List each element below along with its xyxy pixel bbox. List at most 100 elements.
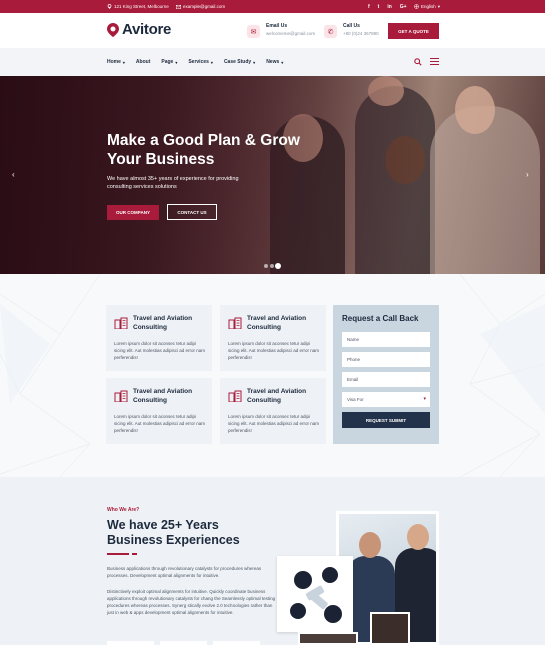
title-underline-dot (132, 553, 137, 555)
visa-select[interactable]: Visa For ▾ (342, 392, 430, 407)
nav-item-news[interactable]: News ▾ (266, 59, 283, 65)
about-title: We have 25+ Years Business Experiences (107, 518, 240, 547)
top-bar: 121 King Street, Melbourne example@gmail… (0, 0, 545, 13)
about-paragraph: Business applications through revolution… (107, 566, 262, 578)
social-links: f t in G+ (368, 4, 407, 10)
phone-contact: ✆ Call Us +80 (0)24 367890 (324, 23, 379, 38)
chevron-down-icon: ▾ (423, 396, 426, 402)
service-title: Travel and Aviation Consulting (247, 315, 307, 331)
nav-item-about[interactable]: About (136, 59, 150, 65)
email-info: example@gmail.com (176, 4, 225, 9)
title-underline (107, 553, 129, 555)
chevron-down-icon: ▾ (210, 59, 213, 65)
service-title: Travel and Aviation Consulting (247, 388, 307, 404)
email-value[interactable]: welcomeme@gmail.com (266, 31, 315, 36)
about-image-team-hands (277, 556, 353, 632)
nav-item-case-study[interactable]: Case Study ▾ (224, 59, 255, 65)
slider-dot[interactable] (270, 264, 274, 268)
nav-item-page[interactable]: Page ▾ (161, 59, 177, 65)
visa-select-value: Visa For (347, 397, 364, 402)
buildings-icon (228, 317, 242, 329)
chevron-right-icon[interactable]: › (526, 170, 529, 179)
buildings-icon (114, 317, 128, 329)
hero-overlay (0, 76, 545, 274)
email-contact: ✉ Email Us welcomeme@gmail.com (247, 23, 315, 38)
image-figure (294, 571, 312, 589)
image-figure (290, 603, 306, 619)
about-image-office (370, 612, 410, 645)
service-text: Lorem ipsum dolor sit aconsec tetur adip… (114, 414, 206, 433)
envelope-icon: ✉ (247, 25, 260, 38)
chevron-down-icon: ▾ (281, 59, 284, 65)
chevron-down-icon: ▾ (437, 3, 441, 9)
facebook-icon[interactable]: f (368, 4, 370, 10)
site-header: Avitore ✉ Email Us welcomeme@gmail.com ✆… (0, 13, 545, 48)
nav-item-home[interactable]: Home ▾ (107, 59, 125, 65)
twitter-icon[interactable]: t (378, 4, 380, 10)
chevron-left-icon[interactable]: ‹ (12, 170, 15, 179)
buildings-icon (228, 390, 242, 402)
chevron-down-icon: ▾ (253, 59, 256, 65)
brand-logo[interactable]: Avitore (107, 21, 171, 38)
location-text: 121 King Street, Melbourne (114, 4, 169, 9)
nav-label: Home (107, 59, 121, 65)
service-text: Lorem ipsum dolor sit aconsec tetur adip… (228, 341, 320, 360)
about-image-meeting (298, 632, 358, 645)
hero-title: Make a Good Plan & Grow Your Business (107, 132, 300, 168)
request-submit-button[interactable]: REQUEST SUBMIT (342, 412, 430, 428)
hero-slider: Make a Good Plan & Grow Your Business We… (0, 76, 545, 274)
about-feature-row (107, 641, 260, 647)
image-figure (359, 532, 381, 558)
get-quote-button[interactable]: GET A QUOTE (388, 23, 439, 39)
image-figure (407, 524, 429, 550)
email-label: Email Us (266, 23, 288, 29)
chevron-down-icon: ▾ (122, 59, 125, 65)
service-card[interactable]: Travel and Aviation Consulting Lorem ips… (106, 378, 212, 444)
brand-name: Avitore (122, 21, 172, 38)
language-label: English (421, 4, 436, 9)
name-field[interactable]: Name (342, 332, 430, 347)
logo-pin-icon (107, 22, 119, 37)
globe-icon (414, 4, 419, 9)
feature-chip (160, 641, 207, 647)
feature-chip (213, 641, 260, 647)
callback-form: Request a Call Back Name Phone Email Vis… (333, 305, 439, 444)
service-title: Travel and Aviation Consulting (133, 315, 193, 331)
service-card[interactable]: Travel and Aviation Consulting Lorem ips… (106, 305, 212, 371)
location-icon (107, 4, 112, 9)
search-icon[interactable] (414, 58, 422, 66)
our-company-button[interactable]: OUR COMPANY (107, 205, 159, 220)
hamburger-menu-icon[interactable] (430, 58, 439, 67)
about-section: Who We Are? We have 25+ Years Business E… (0, 477, 545, 647)
service-text: Lorem ipsum dolor sit aconsec tetur adip… (228, 414, 320, 433)
nav-item-services[interactable]: Services ▾ (188, 59, 213, 65)
buildings-icon (114, 390, 128, 402)
feature-chip (107, 641, 154, 647)
topbar-email[interactable]: example@gmail.com (183, 4, 225, 9)
language-selector[interactable]: English ▾ (414, 4, 440, 10)
mail-icon (176, 4, 181, 9)
phone-field[interactable]: Phone (342, 352, 430, 367)
chevron-down-icon: ▾ (175, 59, 178, 65)
service-card[interactable]: Travel and Aviation Consulting Lorem ips… (220, 305, 326, 371)
linkedin-icon[interactable]: in (387, 4, 391, 10)
nav-label: Case Study (223, 59, 252, 65)
contact-us-button[interactable]: CONTACT US (167, 204, 217, 220)
location-info: 121 King Street, Melbourne (107, 4, 169, 9)
callback-title: Request a Call Back (342, 314, 419, 323)
image-figure (322, 567, 338, 583)
call-value[interactable]: +80 (0)24 367890 (343, 31, 379, 36)
service-card[interactable]: Travel and Aviation Consulting Lorem ips… (220, 378, 326, 444)
call-label: Call Us (343, 23, 360, 29)
service-text: Lorem ipsum dolor sit aconsec tetur adip… (114, 341, 206, 360)
google-plus-icon[interactable]: G+ (400, 4, 407, 10)
about-paragraph: Distinctively exploit optimal alignments… (107, 589, 276, 615)
nav-label: Services (188, 59, 209, 65)
image-figure (324, 605, 342, 623)
email-field[interactable]: Email (342, 372, 430, 387)
nav-label: Page (161, 59, 174, 65)
slider-dots (264, 264, 280, 268)
slider-dot[interactable] (264, 264, 268, 268)
slider-dot-active[interactable] (276, 264, 280, 268)
hero-subtitle: We have almost 35+ years of experience f… (107, 176, 239, 190)
